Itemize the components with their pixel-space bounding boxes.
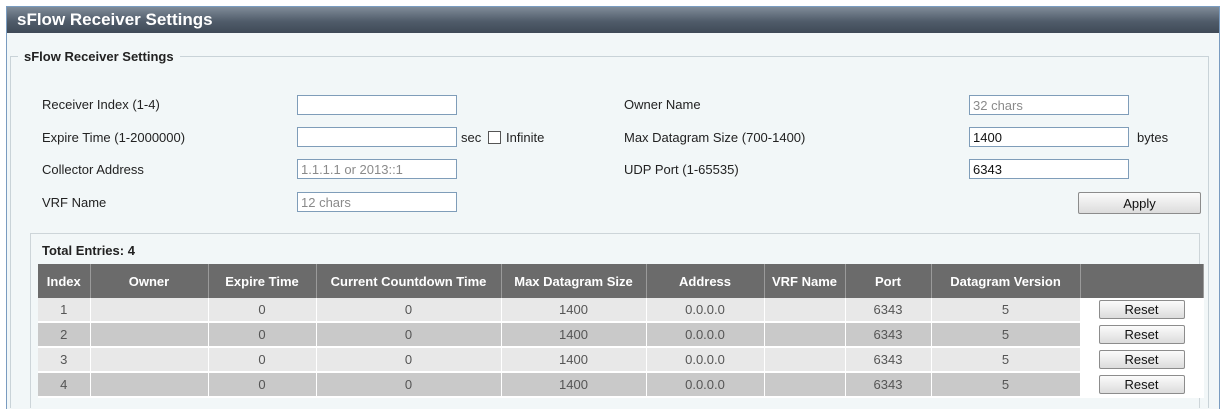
expire-time-input[interactable] bbox=[297, 127, 457, 147]
total-entries-label: Total Entries: 4 bbox=[42, 243, 135, 258]
cell-action: Reset bbox=[1080, 372, 1204, 398]
owner-name-label: Owner Name bbox=[624, 97, 701, 112]
cell-countdown: 0 bbox=[316, 347, 502, 373]
cell-port: 6343 bbox=[845, 298, 932, 323]
cell-address: 0.0.0.0 bbox=[646, 298, 765, 323]
cell-max-datagram: 1400 bbox=[501, 322, 647, 348]
infinite-label: Infinite bbox=[506, 130, 545, 145]
cell-action: Reset bbox=[1080, 298, 1204, 323]
receiver-table: Index Owner Expire Time Current Countdow… bbox=[38, 264, 1204, 398]
cell-vrf-name bbox=[764, 347, 846, 373]
cell-countdown: 0 bbox=[316, 322, 502, 348]
cell-vrf-name bbox=[764, 322, 846, 348]
table-row: 3 0 0 1400 0.0.0.0 6343 5 Reset bbox=[38, 347, 1204, 373]
cell-expire-time: 0 bbox=[208, 298, 317, 323]
cell-port: 6343 bbox=[845, 347, 932, 373]
cell-expire-time: 0 bbox=[208, 372, 317, 398]
receiver-index-input[interactable] bbox=[297, 95, 457, 115]
expire-time-unit: sec bbox=[461, 130, 482, 145]
cell-action: Reset bbox=[1080, 322, 1204, 348]
col-address-header: Address bbox=[646, 264, 765, 298]
udp-port-input[interactable] bbox=[969, 159, 1129, 179]
cell-owner bbox=[90, 298, 209, 323]
window-title: sFlow Receiver Settings bbox=[7, 7, 1219, 33]
col-action-header bbox=[1080, 264, 1204, 298]
receiver-index-label: Receiver Index (1-4) bbox=[42, 97, 160, 112]
col-port-header: Port bbox=[845, 264, 932, 298]
col-expire-time-header: Expire Time bbox=[208, 264, 317, 298]
max-datagram-size-unit: bytes bbox=[1137, 130, 1169, 145]
table-header-row: Index Owner Expire Time Current Countdow… bbox=[38, 264, 1204, 298]
cell-countdown: 0 bbox=[316, 298, 502, 323]
cell-datagram-version: 5 bbox=[931, 347, 1081, 373]
cell-countdown: 0 bbox=[316, 372, 502, 398]
cell-address: 0.0.0.0 bbox=[646, 322, 765, 348]
cell-datagram-version: 5 bbox=[931, 298, 1081, 323]
col-owner-header: Owner bbox=[90, 264, 209, 298]
col-datagram-version-header: Datagram Version bbox=[931, 264, 1081, 298]
vrf-name-label: VRF Name bbox=[42, 195, 107, 210]
table-row: 1 0 0 1400 0.0.0.0 6343 5 Reset bbox=[38, 298, 1204, 323]
cell-action: Reset bbox=[1080, 347, 1204, 373]
udp-port-label: UDP Port (1-65535) bbox=[624, 162, 739, 177]
cell-owner bbox=[90, 322, 209, 348]
owner-name-input[interactable] bbox=[969, 95, 1129, 115]
col-countdown-header: Current Countdown Time bbox=[316, 264, 502, 298]
cell-max-datagram: 1400 bbox=[501, 298, 647, 323]
group-legend: sFlow Receiver Settings bbox=[18, 49, 180, 64]
cell-max-datagram: 1400 bbox=[501, 372, 647, 398]
table-row: 4 0 0 1400 0.0.0.0 6343 5 Reset bbox=[38, 372, 1204, 398]
col-index-header: Index bbox=[38, 264, 91, 298]
cell-address: 0.0.0.0 bbox=[646, 372, 765, 398]
cell-vrf-name bbox=[764, 298, 846, 323]
cell-expire-time: 0 bbox=[208, 347, 317, 373]
max-datagram-size-input[interactable] bbox=[969, 127, 1129, 147]
table-row: 2 0 0 1400 0.0.0.0 6343 5 Reset bbox=[38, 322, 1204, 348]
cell-vrf-name bbox=[764, 372, 846, 398]
cell-datagram-version: 5 bbox=[931, 372, 1081, 398]
apply-button[interactable]: Apply bbox=[1078, 192, 1201, 214]
collector-address-input[interactable] bbox=[297, 159, 457, 179]
reset-button[interactable]: Reset bbox=[1098, 325, 1185, 344]
col-max-datagram-header: Max Datagram Size bbox=[501, 264, 647, 298]
cell-port: 6343 bbox=[845, 322, 932, 348]
cell-owner bbox=[90, 372, 209, 398]
cell-address: 0.0.0.0 bbox=[646, 347, 765, 373]
cell-owner bbox=[90, 347, 209, 373]
reset-button[interactable]: Reset bbox=[1098, 375, 1185, 394]
cell-port: 6343 bbox=[845, 372, 932, 398]
expire-time-label: Expire Time (1-2000000) bbox=[42, 130, 186, 145]
vrf-name-input[interactable] bbox=[297, 192, 457, 212]
max-datagram-size-label: Max Datagram Size (700-1400) bbox=[624, 130, 806, 145]
cell-index: 2 bbox=[38, 322, 91, 348]
cell-index: 3 bbox=[38, 347, 91, 373]
cell-max-datagram: 1400 bbox=[501, 347, 647, 373]
reset-button[interactable]: Reset bbox=[1098, 350, 1185, 369]
cell-expire-time: 0 bbox=[208, 322, 317, 348]
col-vrf-name-header: VRF Name bbox=[764, 264, 846, 298]
cell-index: 4 bbox=[38, 372, 91, 398]
collector-address-label: Collector Address bbox=[42, 162, 144, 177]
cell-datagram-version: 5 bbox=[931, 322, 1081, 348]
cell-index: 1 bbox=[38, 298, 91, 323]
infinite-checkbox[interactable] bbox=[488, 131, 501, 144]
reset-button[interactable]: Reset bbox=[1098, 300, 1185, 319]
